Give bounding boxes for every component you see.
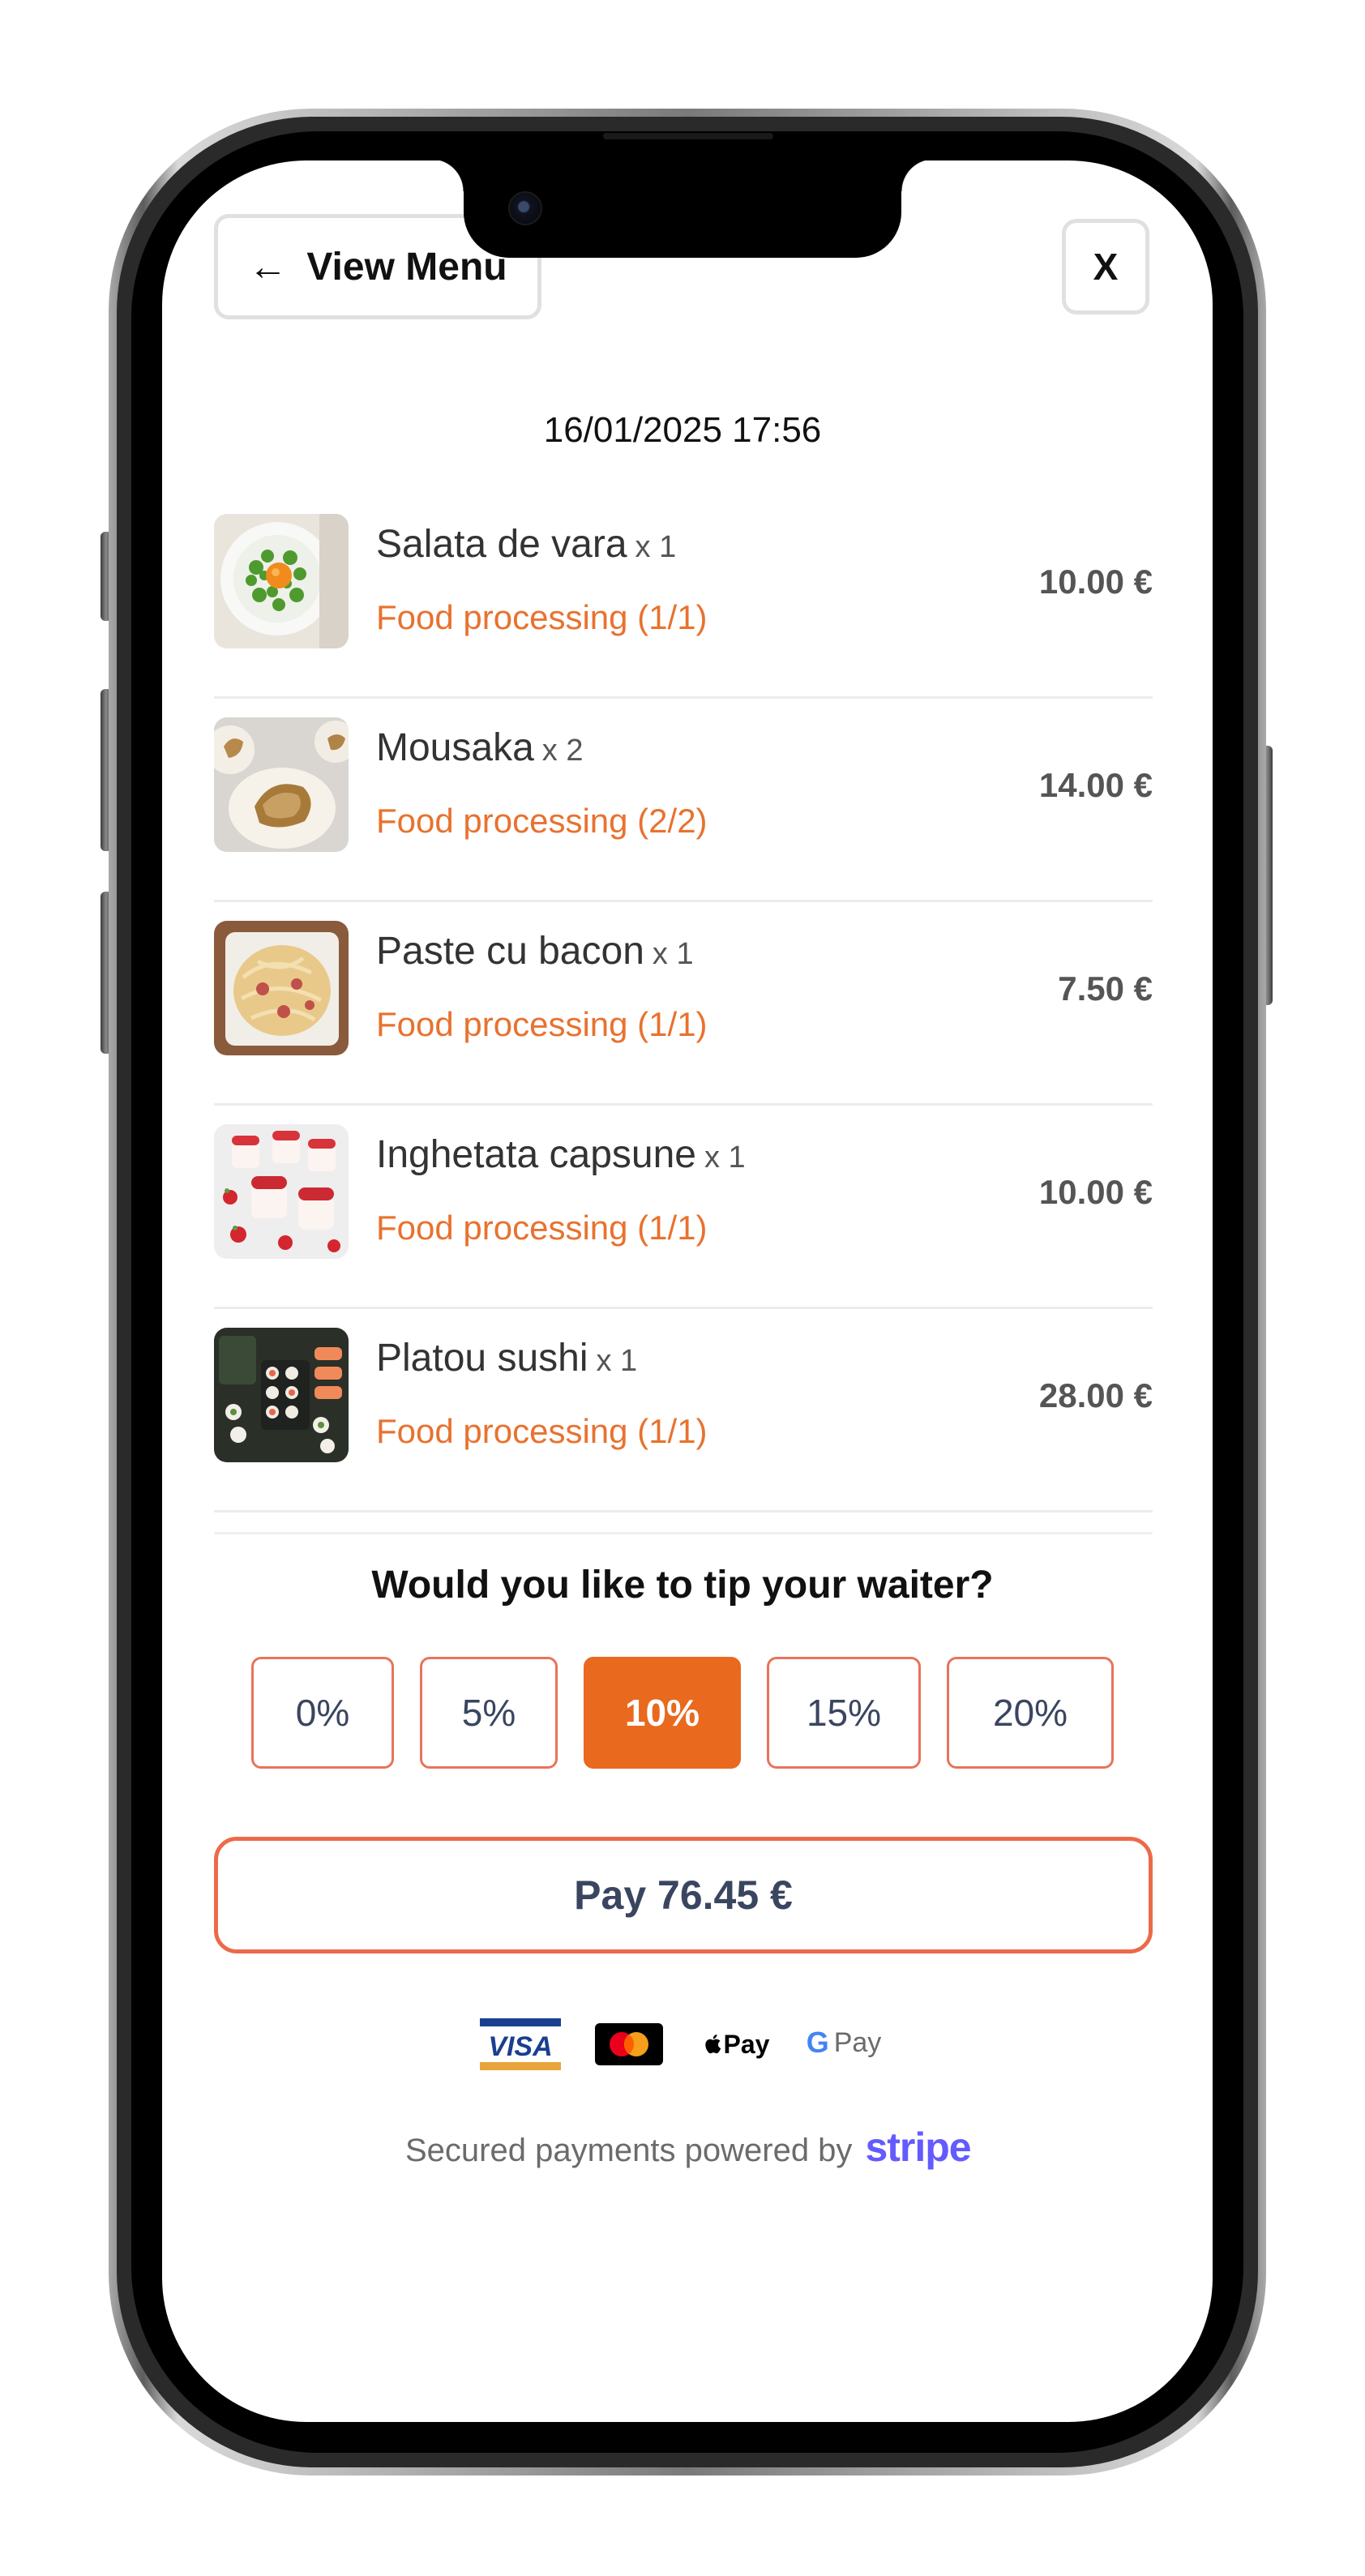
order-item: Salata de vara x 1 Food processing (1/1) … — [214, 493, 1153, 699]
close-button[interactable]: X — [1062, 219, 1149, 315]
item-status: Food processing (2/2) — [376, 802, 708, 840]
tip-question: Would you like to tip your waiter? — [371, 1564, 994, 1607]
item-price: 14.00 € — [1038, 766, 1153, 804]
order-item: Paste cu bacon x 1 Food processing (1/1) … — [214, 900, 1153, 1106]
mousaka-thumbnail — [214, 717, 349, 852]
ice-cream-thumbnail — [214, 1124, 349, 1259]
secured-payments-note: Secured payments powered by stripe — [405, 2124, 972, 2171]
google-pay-icon: G Pay — [806, 2026, 882, 2059]
tip-option-15[interactable]: 15% — [767, 1657, 921, 1769]
item-status: Food processing (1/1) — [376, 1412, 708, 1450]
item-status: Food processing (1/1) — [376, 1005, 708, 1043]
tip-option-5[interactable]: 5% — [420, 1657, 558, 1769]
stripe-logo: stripe — [865, 2125, 971, 2170]
close-icon: X — [1093, 246, 1119, 288]
tip-option-10[interactable]: 10% — [584, 1657, 741, 1769]
order-item: Platou sushi x 1 Food processing (1/1) 28… — [214, 1307, 1153, 1513]
item-name: Paste cu bacon x 1 — [376, 930, 694, 973]
item-name: Platou sushi x 1 — [376, 1337, 638, 1380]
tip-option-20[interactable]: 20% — [947, 1657, 1114, 1769]
mastercard-icon — [595, 2023, 663, 2065]
item-price: 7.50 € — [1058, 969, 1153, 1008]
item-quantity: x 1 — [652, 937, 694, 971]
salad-thumbnail — [214, 514, 349, 648]
item-name: Inghetata capsune x 1 — [376, 1133, 746, 1176]
pay-button[interactable]: Pay 76.45 € — [214, 1837, 1153, 1953]
item-status: Food processing (1/1) — [376, 598, 708, 636]
item-quantity: x 1 — [704, 1140, 746, 1175]
secured-text: Secured payments powered by — [405, 2133, 853, 2168]
back-arrow-icon: ← — [248, 245, 288, 289]
speaker-grille — [603, 133, 773, 139]
svg-text:VISA: VISA — [488, 2031, 552, 2062]
item-quantity: x 1 — [596, 1344, 638, 1378]
apple-pay-icon: Pay — [700, 2023, 773, 2065]
tip-option-0[interactable]: 0% — [251, 1657, 394, 1769]
view-menu-label: View Menu — [306, 245, 507, 289]
order-item: Inghetata capsune x 1 Food processing (1/… — [214, 1103, 1153, 1309]
front-camera — [508, 191, 542, 225]
item-quantity: x 1 — [635, 530, 677, 564]
item-name: Mousaka x 2 — [376, 726, 584, 769]
item-price: 10.00 € — [1038, 563, 1153, 601]
order-timestamp: 16/01/2025 17:56 — [543, 410, 822, 450]
item-status: Food processing (1/1) — [376, 1209, 708, 1247]
sushi-thumbnail — [214, 1328, 349, 1462]
item-price: 10.00 € — [1038, 1173, 1153, 1211]
visa-icon: VISA — [480, 2018, 561, 2070]
order-item: Mousaka x 2 Food processing (2/2) 14.00 € — [214, 696, 1153, 902]
item-name: Salata de vara x 1 — [376, 523, 677, 566]
pasta-thumbnail — [214, 921, 349, 1055]
divider — [214, 1532, 1153, 1534]
item-price: 28.00 € — [1038, 1376, 1153, 1414]
item-quantity: x 2 — [541, 734, 584, 768]
